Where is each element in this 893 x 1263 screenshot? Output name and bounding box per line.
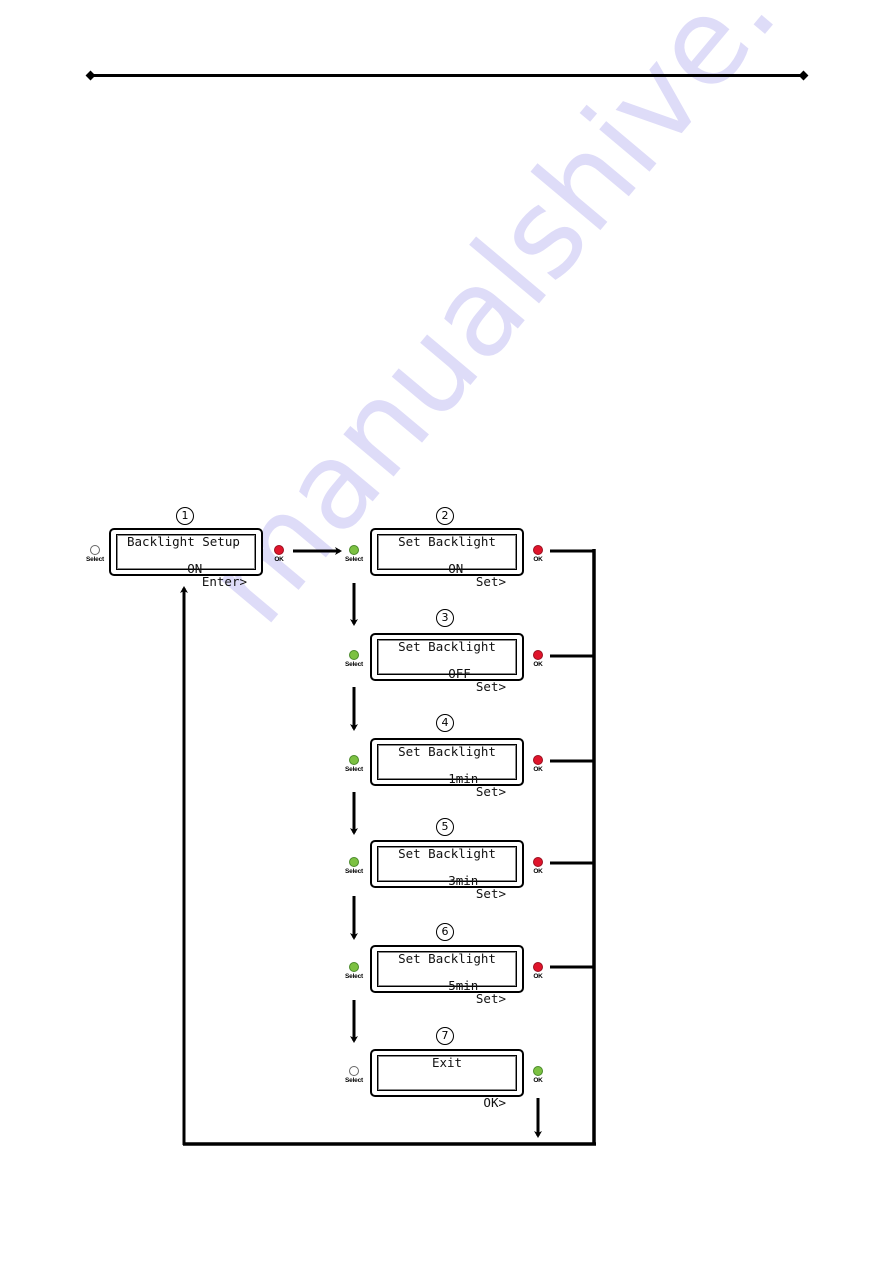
select-button[interactable]: Select	[343, 755, 365, 773]
lcd-line-2: ON Set>	[388, 549, 506, 601]
lcd-line-2-right: Enter>	[201, 574, 247, 589]
lcd-line-1: Set Backlight	[398, 846, 496, 861]
lcd-line-1: Set Backlight	[398, 639, 496, 654]
select-label: Select	[345, 556, 363, 563]
ok-led-icon	[533, 962, 543, 972]
lcd-line-2: OK>	[388, 1070, 506, 1122]
ok-label: OK	[533, 556, 543, 563]
ok-button[interactable]: OK	[527, 857, 549, 875]
ok-led-icon	[533, 545, 543, 555]
select-label: Select	[345, 868, 363, 875]
lcd-line-1: Set Backlight	[398, 951, 496, 966]
select-led-icon	[349, 857, 359, 867]
lcd-line-2: OFF Set>	[388, 654, 506, 706]
ok-button[interactable]: OK	[527, 650, 549, 668]
select-button[interactable]: Select	[84, 545, 106, 563]
lcd-line-2-left: 5min	[448, 978, 479, 993]
lcd-line-2-left: ON	[448, 561, 464, 576]
lcd-line-2: 1min Set>	[388, 759, 506, 811]
select-label: Select	[345, 973, 363, 980]
select-led-icon	[349, 650, 359, 660]
select-led-icon	[349, 1066, 359, 1076]
lcd-line-1: Exit	[431, 1055, 463, 1070]
ok-label: OK	[533, 661, 543, 668]
lcd-screen-step-4: Set Backlight 1min Set>	[370, 738, 524, 798]
lcd-line-1: Backlight Setup	[127, 534, 240, 549]
select-label: Select	[345, 661, 363, 668]
lcd-screen-step-3: Set Backlight OFF Set>	[370, 633, 524, 693]
ok-button[interactable]: OK	[268, 545, 290, 563]
select-button[interactable]: Select	[343, 650, 365, 668]
step-number-badge: 7	[436, 1027, 454, 1045]
lcd-line-2: ON Enter>	[127, 549, 247, 601]
lcd-line-1: Set Backlight	[398, 534, 496, 549]
lcd-line-2-right: Set>	[475, 886, 506, 901]
lcd-line-2-right: Set>	[475, 784, 506, 799]
lcd-line-2-right: Set>	[475, 991, 506, 1006]
ok-label: OK	[533, 766, 543, 773]
select-label: Select	[345, 766, 363, 773]
ok-led-icon	[533, 755, 543, 765]
ok-button[interactable]: OK	[527, 755, 549, 773]
ok-led-icon	[533, 650, 543, 660]
select-button[interactable]: Select	[343, 1066, 365, 1084]
lcd-line-2-right: Set>	[475, 679, 506, 694]
ok-button[interactable]: OK	[527, 962, 549, 980]
lcd-line-2-left: OFF	[448, 666, 471, 681]
lcd-line-2: 5min Set>	[388, 966, 506, 1018]
ok-label: OK	[533, 973, 543, 980]
step-number-badge: 2	[436, 507, 454, 525]
lcd-line-2-right: OK>	[483, 1095, 506, 1110]
lcd-screen-step-2: Set Backlight ON Set>	[370, 528, 524, 588]
select-led-icon	[349, 962, 359, 972]
select-button[interactable]: Select	[343, 857, 365, 875]
lcd-line-2-left: 1min	[448, 771, 479, 786]
lcd-screen-step-6: Set Backlight 5min Set>	[370, 945, 524, 1005]
ok-button[interactable]: OK	[527, 1066, 549, 1084]
lcd-line-2-left: 3min	[448, 873, 479, 888]
ok-led-icon	[533, 1066, 543, 1076]
lcd-screen-step-1: Backlight Setup ON Enter>	[109, 528, 263, 588]
ok-label: OK	[274, 556, 284, 563]
select-button[interactable]: Select	[343, 545, 365, 563]
ok-led-icon	[533, 857, 543, 867]
select-label: Select	[345, 1077, 363, 1084]
step-number-badge: 3	[436, 609, 454, 627]
step-number-badge: 5	[436, 818, 454, 836]
lcd-screen-step-7: Exit OK>	[370, 1049, 524, 1109]
lcd-screen-step-5: Set Backlight 3min Set>	[370, 840, 524, 900]
select-label: Select	[86, 556, 104, 563]
step-number-badge: 6	[436, 923, 454, 941]
lcd-line-2: 3min Set>	[388, 861, 506, 913]
ok-label: OK	[533, 868, 543, 875]
select-led-icon	[349, 545, 359, 555]
select-button[interactable]: Select	[343, 962, 365, 980]
step-number-badge: 1	[176, 507, 194, 525]
select-led-icon	[90, 545, 100, 555]
lcd-line-1: Set Backlight	[398, 744, 496, 759]
lcd-line-2-right: Set>	[475, 574, 506, 589]
lcd-line-2-left: ON	[187, 561, 203, 576]
ok-button[interactable]: OK	[527, 545, 549, 563]
ok-led-icon	[274, 545, 284, 555]
select-led-icon	[349, 755, 359, 765]
ok-label: OK	[533, 1077, 543, 1084]
step-number-badge: 4	[436, 714, 454, 732]
